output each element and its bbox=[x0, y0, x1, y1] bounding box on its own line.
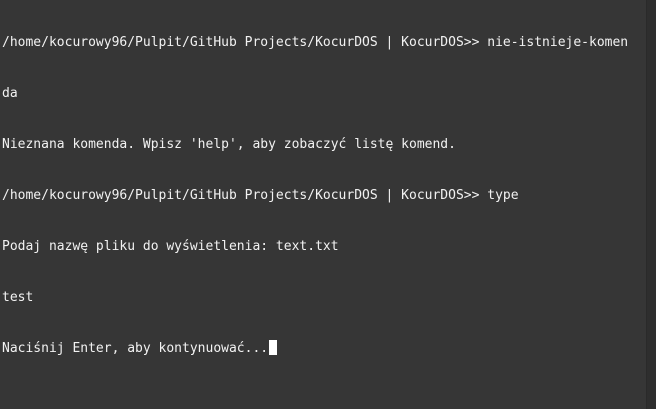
terminal-line: Podaj nazwę pliku do wyświetlenia: text.… bbox=[2, 239, 339, 254]
terminal-line: /home/kocurowy96/Pulpit/GitHub Projects/… bbox=[2, 188, 519, 203]
terminal-line: test bbox=[2, 290, 34, 305]
text-cursor bbox=[269, 340, 278, 355]
terminal-prompt-line: Naciśnij Enter, aby kontynuować... bbox=[2, 340, 647, 357]
terminal-line-text: Naciśnij Enter, aby kontynuować... bbox=[2, 341, 269, 356]
terminal-line: /home/kocurowy96/Pulpit/GitHub Projects/… bbox=[2, 35, 629, 50]
terminal-line: Nieznana komenda. Wpisz 'help', aby zoba… bbox=[2, 137, 456, 152]
vertical-scrollbar[interactable] bbox=[646, 0, 656, 409]
terminal-window[interactable]: /home/kocurowy96/Pulpit/GitHub Projects/… bbox=[0, 0, 656, 409]
terminal-line: da bbox=[2, 86, 18, 101]
terminal-output[interactable]: /home/kocurowy96/Pulpit/GitHub Projects/… bbox=[2, 0, 647, 409]
